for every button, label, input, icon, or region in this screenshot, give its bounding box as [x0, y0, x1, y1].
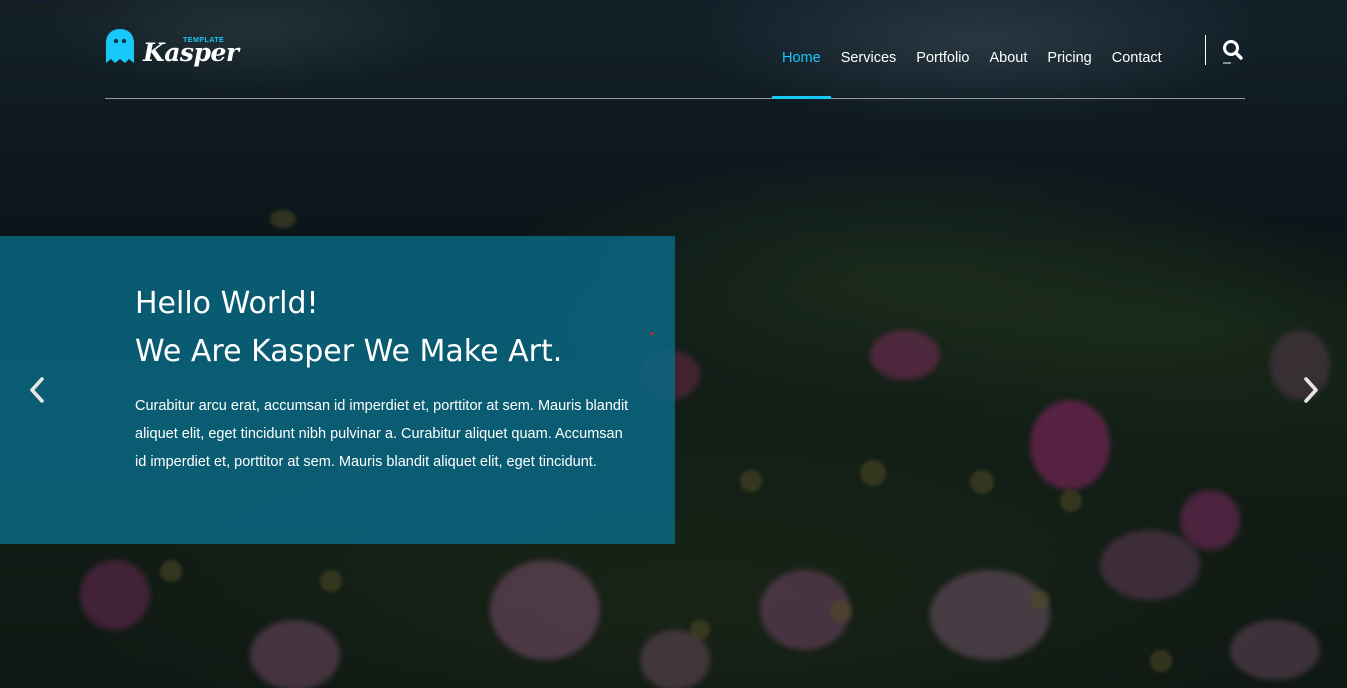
slider-prev-button[interactable] — [25, 372, 49, 408]
background-caption: Background vidio — [0, 0, 123, 17]
slider-next-button[interactable] — [1299, 372, 1323, 408]
nav-item-services[interactable]: Services — [831, 18, 907, 98]
chevron-left-icon — [30, 377, 44, 403]
nav-item-home[interactable]: Home — [772, 18, 831, 99]
chevron-right-icon — [1304, 377, 1318, 403]
hero-title: Hello World! We Are Kasper We Make Art. — [135, 280, 562, 376]
ghost-logo-icon — [106, 29, 134, 63]
search-icon — [1223, 40, 1243, 64]
hero-description: Curabitur arcu erat, accumsan id imperdi… — [135, 398, 629, 470]
nav-item-pricing[interactable]: Pricing — [1037, 18, 1101, 98]
hero-slide-panel: Hello World! We Are Kasper We Make Art. … — [0, 236, 675, 544]
nav-item-contact[interactable]: Contact — [1102, 18, 1172, 98]
hero-title-line-2: We Are Kasper We Make Art. — [135, 334, 563, 369]
nav-item-about[interactable]: About — [980, 18, 1038, 98]
logo[interactable]: TEMPLATE Kasper — [105, 28, 239, 72]
search-button[interactable] — [1221, 36, 1245, 64]
landing-page: Background vidio TEMPLATE Kasper Home Se… — [0, 0, 1347, 688]
main-nav: Home Services Portfolio About Pricing Co… — [772, 18, 1172, 99]
site-header: TEMPLATE Kasper Home Services Portfolio … — [105, 18, 1245, 99]
red-dot — [650, 332, 653, 335]
hero-title-line-1: Hello World! — [135, 286, 319, 321]
nav-divider — [1205, 35, 1206, 65]
nav-item-portfolio[interactable]: Portfolio — [906, 18, 979, 98]
logo-brand-text: Kasper — [143, 38, 239, 67]
